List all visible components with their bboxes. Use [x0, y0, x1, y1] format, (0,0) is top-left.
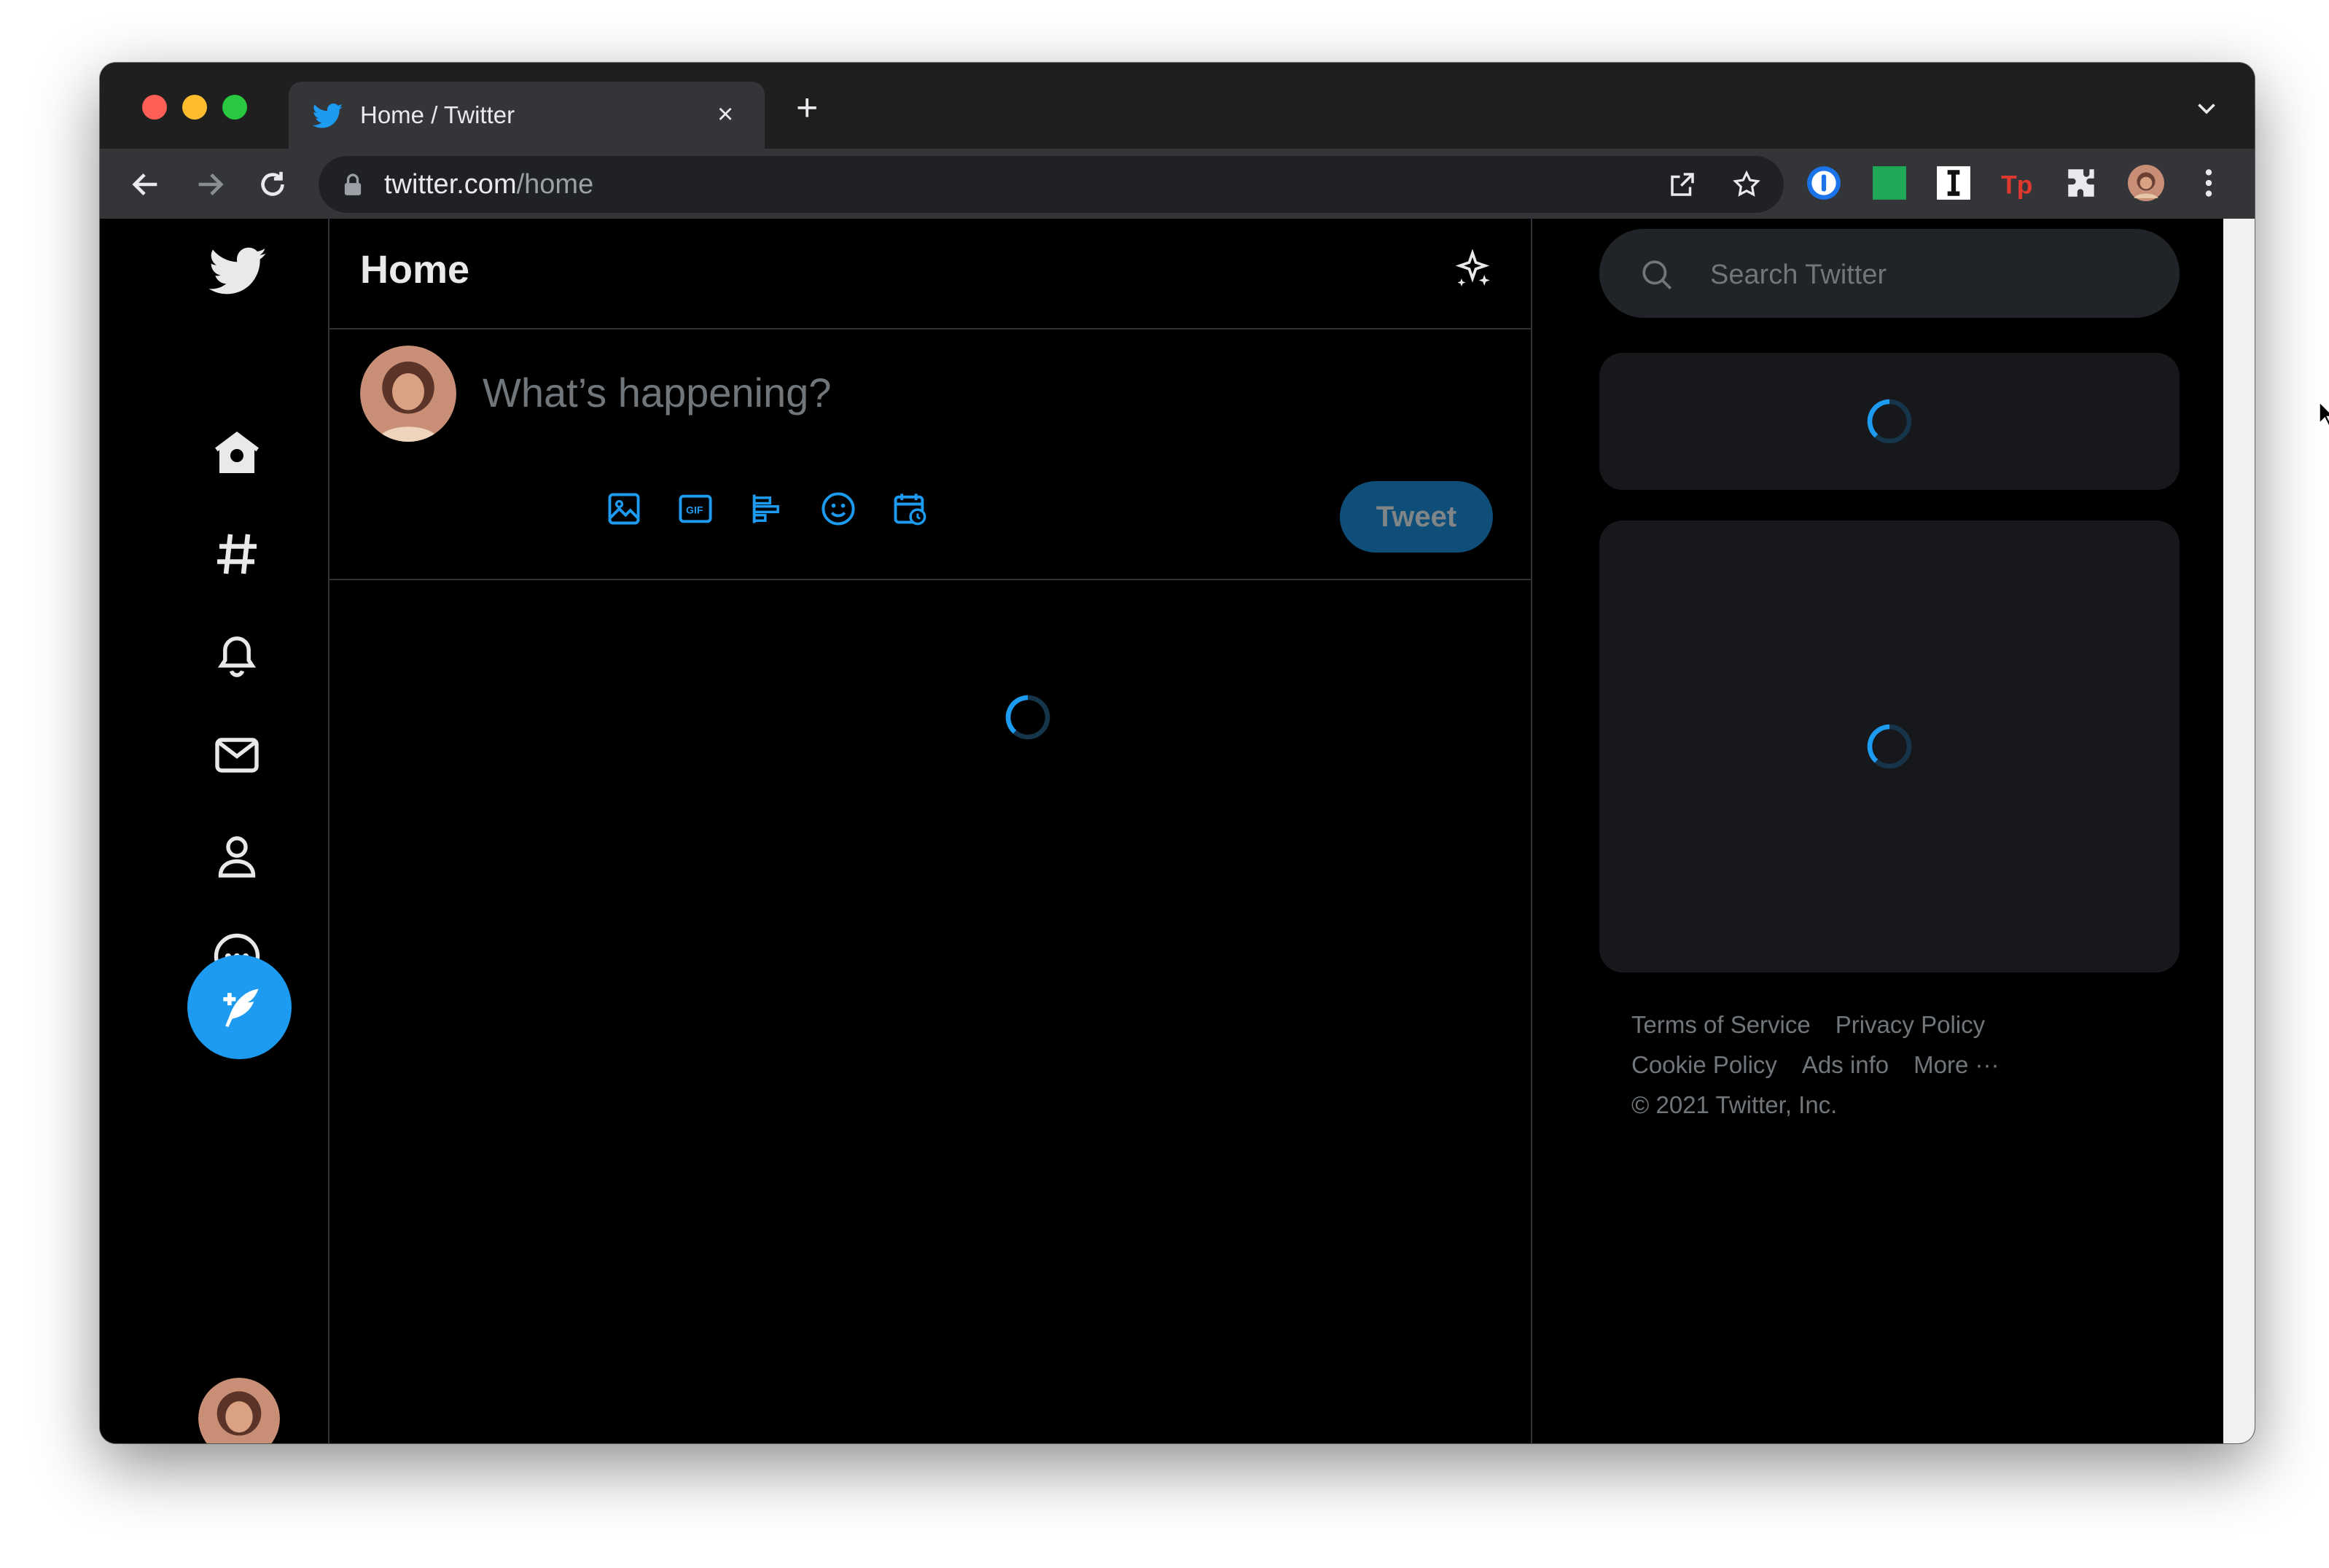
forward-arrow-icon[interactable]	[193, 168, 227, 201]
left-navigation	[100, 219, 329, 1443]
svg-text:GIF: GIF	[686, 504, 703, 516]
tab-title: Home / Twitter	[360, 101, 515, 128]
right-sidebar: Terms of Service Privacy Policy Cookie Po…	[1532, 219, 2223, 1443]
reload-icon[interactable]	[256, 168, 289, 201]
hashtag-icon[interactable]	[211, 528, 263, 580]
tweet-composer: GIF Tweet	[328, 329, 1531, 580]
loading-spinner-icon	[1867, 399, 1912, 444]
avatar-image	[360, 346, 456, 442]
twitter-bird-icon	[313, 104, 343, 128]
twitter-page: Home GIF Tweet	[100, 219, 2223, 1443]
bookmark-star-icon[interactable]	[1731, 169, 1762, 200]
lock-icon	[344, 173, 362, 195]
profile-avatar-icon[interactable]	[2128, 165, 2164, 201]
search-input[interactable]	[1709, 252, 2120, 297]
poll-icon[interactable]	[748, 490, 786, 528]
avatar-image	[198, 1378, 280, 1443]
account-avatar[interactable]	[198, 1378, 280, 1443]
emoji-icon[interactable]	[819, 490, 857, 528]
search-icon	[1642, 260, 1672, 290]
sidebar-footer: Terms of Service Privacy Policy Cookie Po…	[1631, 1005, 2171, 1125]
twitter-logo-icon[interactable]	[209, 242, 268, 300]
loading-spinner-icon	[1867, 724, 1912, 769]
timeline-header: Home	[328, 219, 1531, 329]
puzzle-extensions-icon[interactable]	[2064, 165, 2100, 201]
chevron-down-icon[interactable]	[2193, 95, 2220, 121]
browser-toolbar: twitter.com/home Tp	[100, 149, 2255, 219]
zoom-window-button[interactable]	[222, 95, 247, 120]
privacy-link[interactable]: Privacy Policy	[1835, 1011, 1985, 1038]
compose-tweet-button[interactable]	[187, 955, 292, 1059]
sidebar-card-trends	[1599, 520, 2180, 972]
browser-tab-home[interactable]: Home / Twitter ×	[289, 82, 765, 149]
loading-spinner-icon	[1005, 695, 1050, 740]
tab-close-button[interactable]: ×	[717, 96, 733, 133]
terms-link[interactable]: Terms of Service	[1631, 1011, 1811, 1038]
scrollbar-track[interactable]	[2223, 219, 2255, 1443]
instapaper-extension-icon[interactable]	[1935, 165, 1972, 201]
tweet-input[interactable]	[481, 366, 1432, 420]
page-title: Home	[360, 248, 470, 292]
url-text: twitter.com/home	[384, 169, 594, 200]
ads-info-link[interactable]: Ads info	[1802, 1051, 1889, 1078]
bell-icon[interactable]	[211, 628, 263, 681]
kebab-menu-icon[interactable]	[2190, 165, 2227, 201]
close-window-button[interactable]	[142, 95, 167, 120]
tweet-button[interactable]: Tweet	[1340, 481, 1493, 553]
address-bar[interactable]: twitter.com/home	[319, 156, 1784, 213]
envelope-icon[interactable]	[211, 729, 263, 781]
feather-plus-icon	[223, 988, 259, 1027]
back-arrow-icon[interactable]	[129, 168, 163, 201]
sparkle-icon[interactable]	[1451, 249, 1494, 293]
person-icon[interactable]	[211, 830, 263, 882]
tp-extension-icon[interactable]: Tp	[2000, 165, 2036, 201]
sidebar-card-top	[1599, 353, 2180, 490]
home-icon[interactable]	[211, 427, 263, 480]
minimize-window-button[interactable]	[182, 95, 207, 120]
image-icon[interactable]	[605, 490, 643, 528]
mouse-cursor-icon	[2318, 400, 2329, 427]
green-square-extension-icon[interactable]	[1871, 165, 1908, 201]
search-box[interactable]	[1599, 229, 2180, 318]
cookie-link[interactable]: Cookie Policy	[1631, 1051, 1777, 1078]
svg-text:Tp: Tp	[2001, 171, 2032, 200]
copyright-text: © 2021 Twitter, Inc.	[1631, 1091, 1838, 1118]
schedule-icon[interactable]	[891, 490, 929, 528]
tab-strip: Home / Twitter × +	[100, 63, 2255, 149]
new-tab-button[interactable]: +	[796, 89, 818, 127]
gif-icon[interactable]: GIF	[676, 490, 714, 528]
password-manager-extension-icon[interactable]	[1806, 165, 1842, 201]
open-external-icon[interactable]	[1667, 169, 1698, 200]
composer-avatar	[360, 346, 456, 442]
more-link[interactable]: More ···	[1913, 1051, 1999, 1078]
timeline-column: Home GIF Tweet	[328, 219, 1532, 1443]
browser-window: Home / Twitter × + twitter.com/home Tp H…	[100, 63, 2255, 1443]
